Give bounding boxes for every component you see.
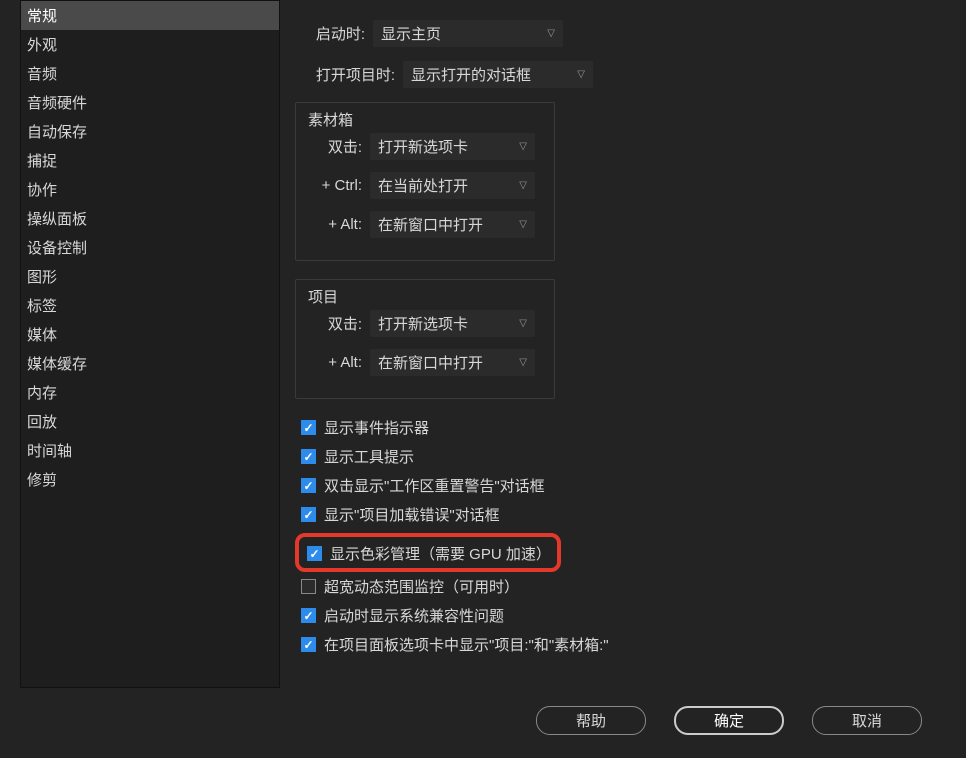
openproj-label: 打开项目时:: [295, 64, 403, 85]
bins-ctrl-value: 在当前处打开: [378, 175, 468, 196]
chevron-down-icon: ▽: [519, 357, 527, 368]
check-hdr-monitor-label: 超宽动态范围监控（可用时）: [324, 576, 519, 597]
chevron-down-icon: ▽: [547, 28, 555, 39]
bins-alt-value: 在新窗口中打开: [378, 214, 483, 235]
highlight-annotation: 显示色彩管理（需要 GPU 加速）: [295, 533, 561, 572]
projects-legend: 项目: [308, 286, 338, 307]
check-workspace-reset-label: 双击显示"工作区重置警告"对话框: [324, 475, 545, 496]
check-compat-startup-label: 启动时显示系统兼容性问题: [324, 605, 504, 626]
sidebar-item-labels[interactable]: 标签: [21, 291, 279, 320]
check-compat-startup[interactable]: [301, 608, 316, 623]
bins-fieldset: 素材箱 双击: 打开新选项卡 ▽ + Ctrl: 在当前处打开 ▽ + Alt:…: [295, 102, 555, 261]
check-tooltips-label: 显示工具提示: [324, 446, 414, 467]
bins-dbl-value: 打开新选项卡: [378, 136, 468, 157]
bins-ctrl-dropdown[interactable]: 在当前处打开 ▽: [370, 172, 535, 199]
startup-label: 启动时:: [295, 23, 373, 44]
chevron-down-icon: ▽: [519, 141, 527, 152]
ok-button[interactable]: 确定: [674, 706, 784, 735]
check-project-load-error[interactable]: [301, 507, 316, 522]
projects-alt-value: 在新窗口中打开: [378, 352, 483, 373]
projects-dbl-dropdown[interactable]: 打开新选项卡 ▽: [370, 310, 535, 337]
check-color-management[interactable]: [307, 546, 322, 561]
cancel-button[interactable]: 取消: [812, 706, 922, 735]
sidebar-item-device[interactable]: 设备控制: [21, 233, 279, 262]
sidebar-item-collab[interactable]: 协作: [21, 175, 279, 204]
check-event-indicator[interactable]: [301, 420, 316, 435]
check-project-tab-names-label: 在项目面板选项卡中显示"项目:"和"素材箱:": [324, 634, 609, 655]
bins-dbl-dropdown[interactable]: 打开新选项卡 ▽: [370, 133, 535, 160]
projects-fieldset: 项目 双击: 打开新选项卡 ▽ + Alt: 在新窗口中打开 ▽: [295, 279, 555, 399]
projects-alt-label: + Alt:: [310, 354, 370, 371]
sidebar-item-memory[interactable]: 内存: [21, 378, 279, 407]
sidebar-item-media[interactable]: 媒体: [21, 320, 279, 349]
openproj-value: 显示打开的对话框: [411, 64, 531, 85]
projects-dbl-label: 双击:: [310, 313, 370, 334]
check-event-indicator-label: 显示事件指示器: [324, 417, 429, 438]
sidebar-item-timeline[interactable]: 时间轴: [21, 436, 279, 465]
sidebar-item-audiohw[interactable]: 音频硬件: [21, 88, 279, 117]
chevron-down-icon: ▽: [519, 180, 527, 191]
chevron-down-icon: ▽: [577, 69, 585, 80]
openproj-dropdown[interactable]: 显示打开的对话框 ▽: [403, 61, 593, 88]
bins-legend: 素材箱: [308, 109, 353, 130]
sidebar-item-graphics[interactable]: 图形: [21, 262, 279, 291]
projects-alt-dropdown[interactable]: 在新窗口中打开 ▽: [370, 349, 535, 376]
bins-ctrl-label: + Ctrl:: [310, 177, 370, 194]
help-button[interactable]: 帮助: [536, 706, 646, 735]
content-panel: 启动时: 显示主页 ▽ 打开项目时: 显示打开的对话框 ▽ 素材箱 双击: 打开…: [280, 0, 946, 690]
sidebar-item-mediacache[interactable]: 媒体缓存: [21, 349, 279, 378]
sidebar-item-appearance[interactable]: 外观: [21, 30, 279, 59]
check-project-load-error-label: 显示"项目加载错误"对话框: [324, 504, 500, 525]
startup-dropdown[interactable]: 显示主页 ▽: [373, 20, 563, 47]
sidebar: 常规 外观 音频 音频硬件 自动保存 捕捉 协作 操纵面板 设备控制 图形 标签…: [20, 0, 280, 688]
projects-dbl-value: 打开新选项卡: [378, 313, 468, 334]
startup-value: 显示主页: [381, 23, 441, 44]
check-workspace-reset[interactable]: [301, 478, 316, 493]
sidebar-item-ctrlpanel[interactable]: 操纵面板: [21, 204, 279, 233]
bins-alt-label: + Alt:: [310, 216, 370, 233]
check-tooltips[interactable]: [301, 449, 316, 464]
check-project-tab-names[interactable]: [301, 637, 316, 652]
check-hdr-monitor[interactable]: [301, 579, 316, 594]
sidebar-item-trim[interactable]: 修剪: [21, 465, 279, 494]
bins-dbl-label: 双击:: [310, 136, 370, 157]
chevron-down-icon: ▽: [519, 219, 527, 230]
chevron-down-icon: ▽: [519, 318, 527, 329]
check-color-management-label: 显示色彩管理（需要 GPU 加速）: [330, 543, 551, 564]
sidebar-item-audio[interactable]: 音频: [21, 59, 279, 88]
sidebar-item-capture[interactable]: 捕捉: [21, 146, 279, 175]
bins-alt-dropdown[interactable]: 在新窗口中打开 ▽: [370, 211, 535, 238]
sidebar-item-general[interactable]: 常规: [21, 1, 279, 30]
dialog-footer: 帮助 确定 取消: [0, 690, 966, 735]
sidebar-item-autosave[interactable]: 自动保存: [21, 117, 279, 146]
sidebar-item-playback[interactable]: 回放: [21, 407, 279, 436]
